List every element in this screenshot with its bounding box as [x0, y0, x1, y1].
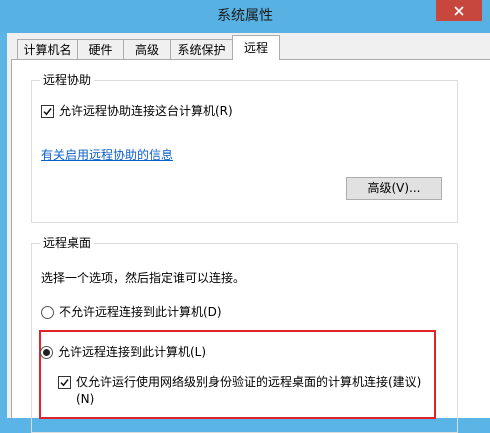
window-title: 系统属性 [217, 8, 273, 24]
nla-label: 仅允许运行使用网络级别身份验证的远程桌面的计算机连接(建议) (N) [76, 374, 421, 408]
remote-desktop-instruction: 选择一个选项，然后指定谁可以连接。 [41, 271, 246, 285]
allow-remote-option[interactable]: 允许远程连接到此计算机(L) [40, 344, 206, 361]
checkmark-icon [43, 108, 52, 116]
remote-assistance-group: 远程协助 允许远程协助连接这台计算机(R) 有关启用远程协助的信息 高级(V).… [31, 72, 458, 223]
remote-desktop-legend: 远程桌面 [40, 235, 95, 251]
title-bar[interactable]: 系统属性 [0, 0, 490, 33]
close-button[interactable] [436, 0, 482, 21]
tab-remote[interactable]: 远程 [232, 35, 280, 60]
tab-strip: 计算机名 硬件 高级 系统保护 远程 [7, 33, 490, 61]
remote-tab-panel: 远程协助 允许远程协助连接这台计算机(R) 有关启用远程协助的信息 高级(V).… [11, 59, 490, 433]
nla-checkbox[interactable] [58, 376, 71, 389]
disallow-remote-radio[interactable] [41, 306, 54, 319]
disallow-remote-label: 不允许远程连接到此计算机(D) [59, 305, 222, 319]
allow-remote-assistance-checkbox[interactable] [41, 105, 54, 118]
tab-system-protection[interactable]: 系统保护 [170, 39, 233, 59]
allow-remote-assistance-row[interactable]: 允许远程协助连接这台计算机(R) [41, 103, 233, 120]
radio-selected-dot [43, 349, 50, 356]
allow-remote-label: 允许远程连接到此计算机(L) [58, 345, 207, 359]
advanced-button[interactable]: 高级(V)... [346, 177, 442, 200]
dialog-body: 计算机名 硬件 高级 系统保护 远程 远程协助 允许远程协助连接这台计算机(R)… [7, 33, 490, 433]
disallow-remote-option[interactable]: 不允许远程连接到此计算机(D) [41, 304, 222, 321]
tab-advanced[interactable]: 高级 [123, 39, 171, 59]
allow-remote-assistance-label: 允许远程协助连接这台计算机(R) [59, 104, 233, 118]
nla-label-line2: (N) [76, 392, 95, 406]
tab-computer-name[interactable]: 计算机名 [17, 39, 78, 59]
remote-assistance-legend: 远程协助 [40, 72, 95, 88]
nla-row[interactable]: 仅允许运行使用网络级别身份验证的远程桌面的计算机连接(建议) (N) [58, 374, 421, 408]
allow-remote-radio[interactable] [40, 346, 53, 359]
checkmark-icon [60, 379, 69, 387]
tab-hardware[interactable]: 硬件 [77, 39, 124, 59]
remote-assistance-info-link[interactable]: 有关启用远程协助的信息 [41, 147, 173, 163]
close-icon [454, 5, 464, 16]
nla-label-line1: 仅允许运行使用网络级别身份验证的远程桌面的计算机连接(建议) [76, 375, 422, 389]
